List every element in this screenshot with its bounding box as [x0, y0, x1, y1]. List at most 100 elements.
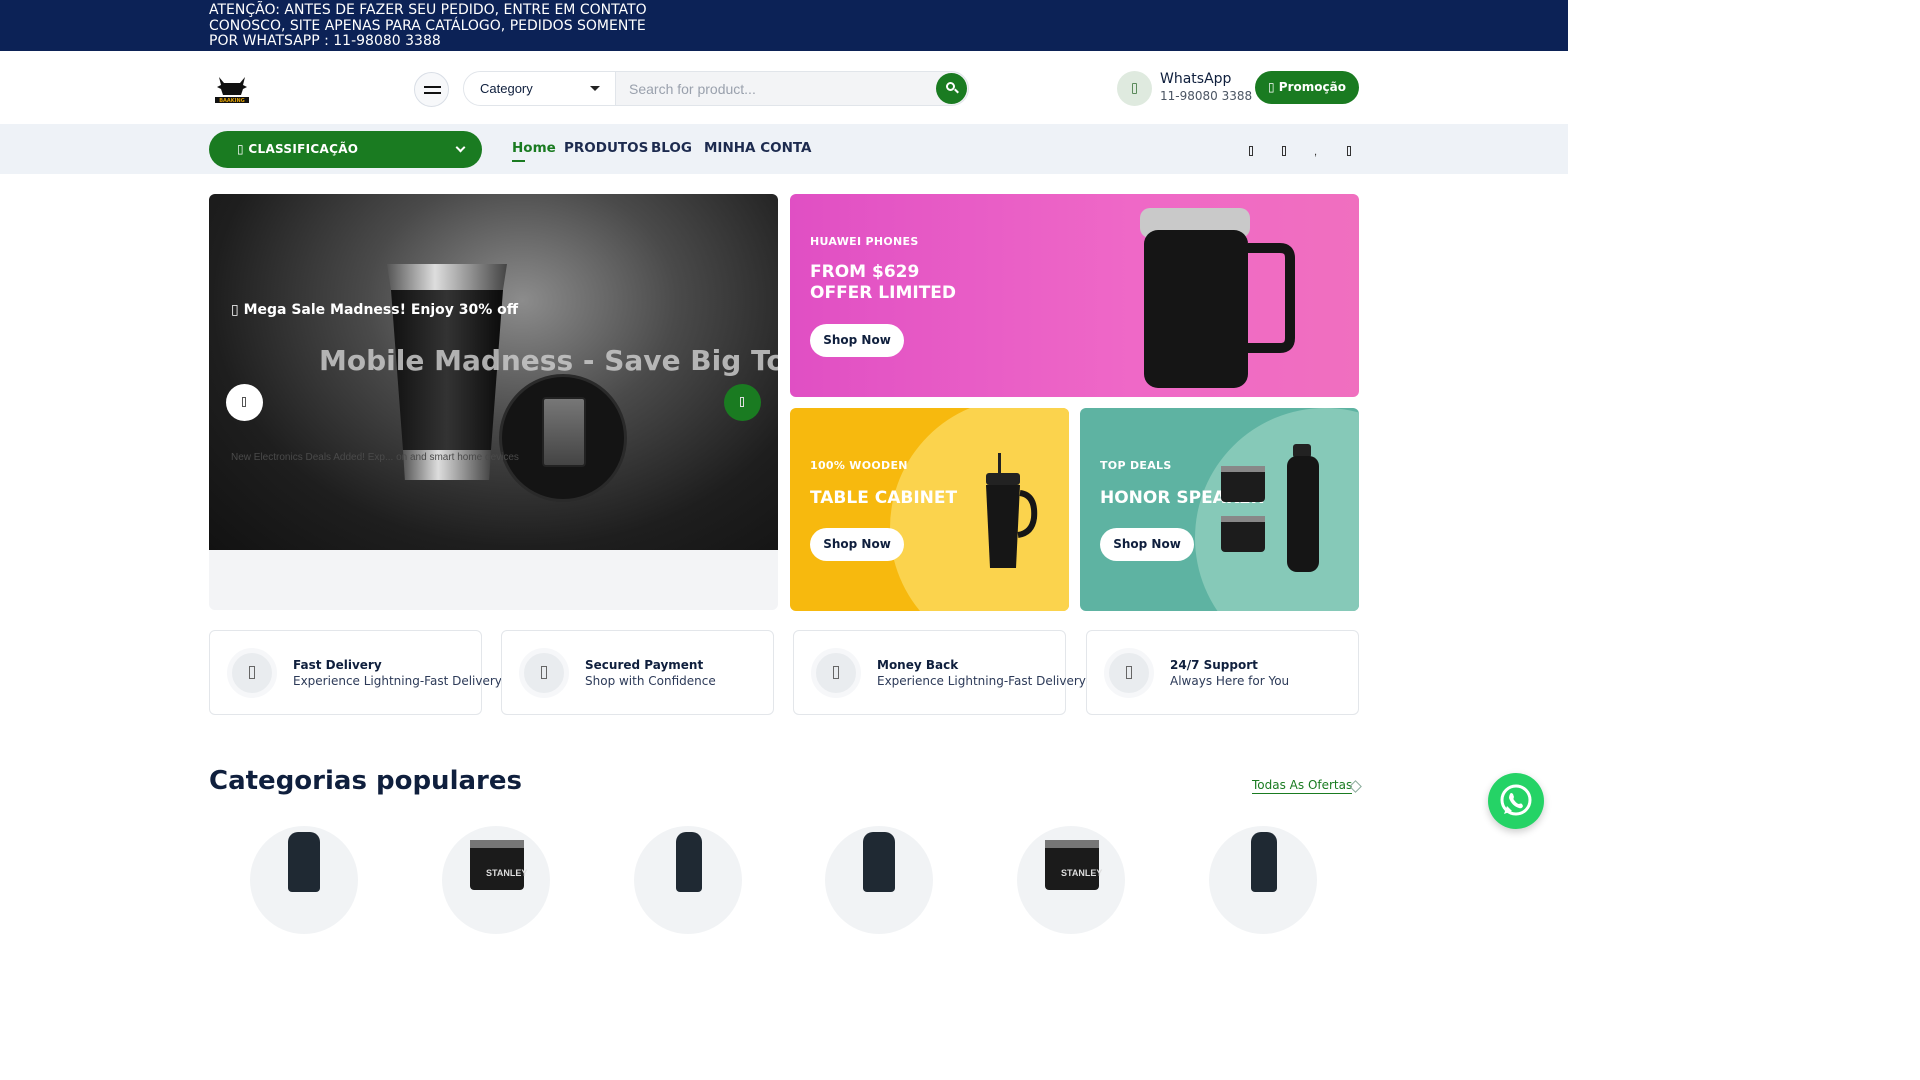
hero-image: ▯ Mega Sale Madness! Enjoy 30% off Mobil… — [209, 194, 778, 550]
cup-rim — [470, 840, 524, 848]
shield-icon-glyph — [541, 666, 547, 679]
money-back-icon — [811, 648, 861, 698]
nav-link-minha-conta[interactable]: MINHA CONTA — [704, 140, 812, 156]
caret-down-icon — [590, 86, 600, 91]
feature-subtitle: Always Here for You — [1170, 674, 1290, 688]
shield-icon — [519, 648, 569, 698]
headset-icon — [1104, 648, 1154, 698]
feature-subtitle: Experience Lightning-Fast Delivery — [293, 674, 502, 688]
lightning-icon: ▯ — [231, 302, 244, 318]
notice-bar: ATENÇÃO: ANTES DE FAZER SEU PEDIDO, ENTR… — [0, 0, 1568, 51]
feature-support: 24/7 Support Always Here for You — [1086, 630, 1359, 715]
card-kicker: HUAWEI PHONES — [810, 235, 919, 248]
card-kicker: 100% WOODEN — [810, 459, 908, 472]
promo-card-table-cabinet[interactable]: 100% WOODEN TABLE CABINET Shop Now — [790, 408, 1069, 611]
user-icon[interactable]: , — [1314, 146, 1317, 158]
all-offers-link[interactable]: Todas As Ofertas — [1252, 778, 1353, 794]
hero-slider: ▯ Mega Sale Madness! Enjoy 30% off Mobil… — [209, 194, 778, 610]
whatsapp-float-button[interactable] — [1488, 773, 1544, 829]
tumbler-straw-image — [986, 453, 1038, 568]
bottle-image — [863, 832, 895, 892]
card-title-line2: OFFER LIMITED — [810, 283, 957, 303]
whatsapp-icon — [1500, 784, 1532, 816]
promo-button-label: Promoção — [1278, 80, 1346, 94]
menu-toggle-button[interactable] — [414, 72, 449, 107]
truck-icon-glyph — [249, 666, 255, 679]
category-item[interactable] — [1209, 826, 1317, 934]
category-select-label: Category — [480, 81, 533, 96]
search-icon-handle — [954, 88, 959, 94]
classification-dropdown[interactable]: ▯ CLASSIFICAÇÃO — [209, 131, 482, 168]
grid-icon: ▯ — [237, 142, 249, 156]
phone-icon — [1132, 83, 1137, 94]
search-bar: Category — [463, 71, 969, 106]
category-item[interactable] — [825, 826, 933, 934]
card-title: TABLE CABINET — [810, 488, 958, 508]
product-label: STANLEY — [1061, 868, 1103, 878]
feature-title: 24/7 Support — [1170, 658, 1258, 672]
feature-money-back: Money Back Experience Lightning-Fast Del… — [793, 630, 1086, 715]
cup-image — [470, 840, 524, 890]
compare-icon[interactable] — [1249, 146, 1253, 156]
cup-rim — [1045, 840, 1099, 848]
shop-now-button[interactable]: Shop Now — [810, 528, 904, 561]
hero-tag: ▯ Mega Sale Madness! Enjoy 30% off — [231, 302, 518, 318]
cup-image — [1045, 840, 1099, 890]
arrow-right-icon — [740, 397, 744, 407]
menu-icon-line — [424, 92, 441, 94]
chevron-down-icon — [455, 142, 466, 153]
bottle-image — [288, 832, 320, 892]
classification-label: CLASSIFICAÇÃO — [248, 142, 359, 156]
search-input[interactable] — [617, 72, 935, 105]
mug-image — [1140, 208, 1295, 388]
feature-fast-delivery: Fast Delivery Experience Lightning-Fast … — [209, 630, 502, 715]
category-select[interactable]: Category — [464, 72, 616, 105]
truck-icon — [227, 648, 277, 698]
lid-clip — [542, 397, 586, 467]
category-item[interactable] — [250, 826, 358, 934]
logo[interactable]: BAAKING — [211, 71, 253, 105]
nav-link-blog[interactable]: BLOG — [651, 140, 692, 156]
category-item[interactable]: STANLEY — [1017, 826, 1125, 934]
money-back-icon-glyph — [833, 666, 839, 679]
flask-set-image — [1221, 444, 1319, 572]
promo-card-huawei[interactable]: HUAWEI PHONES FROM $629 OFFER LIMITED Sh… — [790, 194, 1359, 397]
category-item[interactable]: STANLEY — [442, 826, 550, 934]
hero-tag-text: Mega Sale Madness! Enjoy 30% off — [243, 302, 519, 318]
category-item[interactable] — [634, 826, 742, 934]
whatsapp-phone[interactable]: 11-98080 3388 — [1160, 89, 1252, 103]
slider-next-button[interactable] — [724, 384, 761, 421]
promo-card-honor-speaker[interactable]: TOP DEALS HONOR SPEAKER Shop Now — [1080, 408, 1359, 611]
bottle-image — [1251, 832, 1277, 892]
wishlist-icon[interactable] — [1282, 146, 1286, 156]
feature-subtitle: Experience Lightning-Fast Delivery — [877, 674, 1086, 688]
card-kicker: TOP DEALS — [1100, 459, 1172, 472]
whatsapp-title[interactable]: WhatsApp — [1160, 71, 1231, 87]
shop-now-button[interactable]: Shop Now — [1100, 528, 1194, 561]
cart-icon[interactable] — [1347, 146, 1351, 156]
navbar: ▯ CLASSIFICAÇÃO Home PRODUTOS BLOG MINHA… — [0, 124, 1568, 174]
promo-button[interactable]: ▯ Promoção — [1255, 71, 1359, 104]
bottle-image — [676, 832, 702, 892]
logo-text: BAAKING — [219, 98, 245, 104]
menu-icon — [424, 86, 441, 88]
product-label: STANLEY — [486, 868, 528, 878]
notice-text: ATENÇÃO: ANTES DE FAZER SEU PEDIDO, ENTR… — [209, 2, 647, 49]
headset-icon-glyph — [1126, 666, 1132, 679]
card-title-line1: FROM $629 — [810, 262, 920, 282]
nav-link-home[interactable]: Home — [512, 140, 556, 156]
active-underline — [512, 160, 525, 162]
search-button[interactable] — [936, 73, 967, 104]
tag-icon: ▯ — [1268, 80, 1279, 94]
feature-title: Fast Delivery — [293, 658, 382, 672]
lid-image — [499, 374, 627, 502]
hero-subtitle: New Electronics Deals Added! Exp... on a… — [231, 452, 519, 463]
nav-link-produtos[interactable]: PRODUTOS — [564, 140, 648, 156]
slider-prev-button[interactable] — [226, 384, 263, 421]
whatsapp-contact-icon[interactable] — [1117, 71, 1152, 106]
shop-now-button[interactable]: Shop Now — [810, 324, 904, 357]
feature-secured-payment: Secured Payment Shop with Confidence — [501, 630, 774, 715]
arrow-left-icon — [242, 397, 246, 407]
header: BAAKING Category WhatsApp 11-98080 3388 … — [0, 51, 1568, 124]
section-heading: Categorias populares — [209, 766, 522, 796]
